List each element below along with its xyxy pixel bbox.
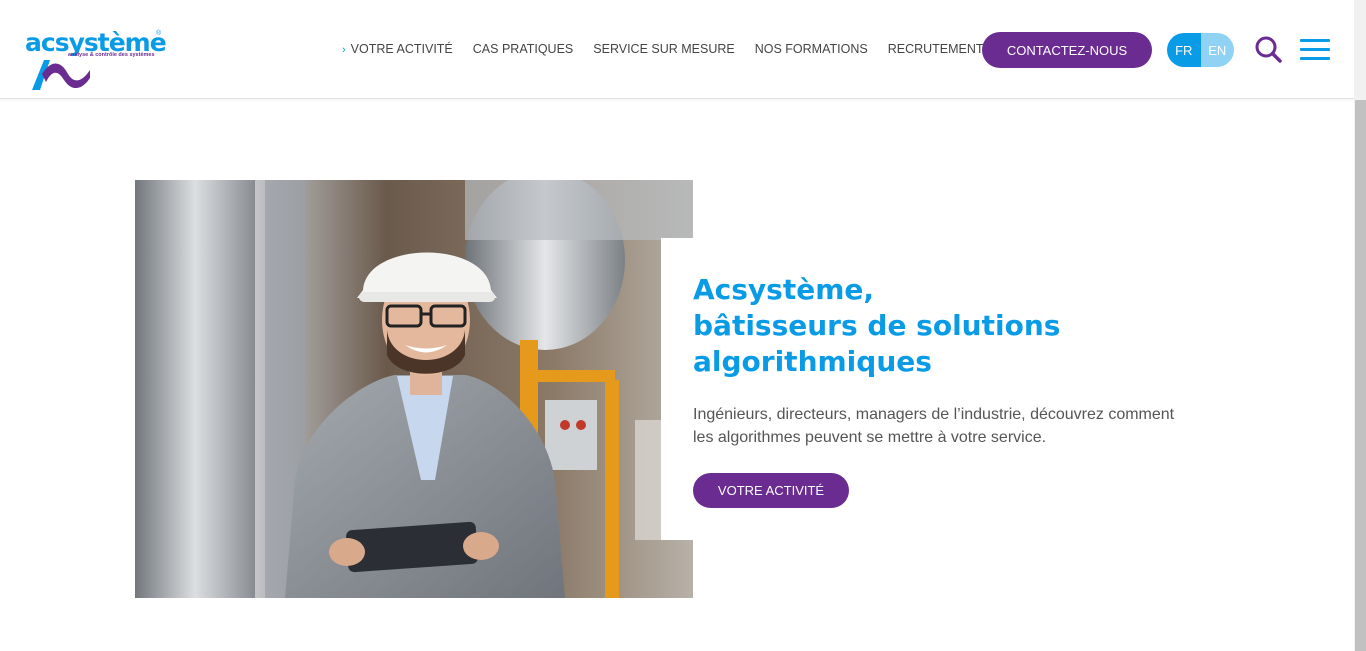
logo-mark-icon <box>32 60 90 90</box>
nav-item-label: SERVICE SUR MESURE <box>593 42 735 56</box>
hero-description-line: les algorithmes peuvent se mettre à votr… <box>693 429 1047 446</box>
hero-description-line: Ingénieurs, directeurs, managers de l’in… <box>693 406 1175 423</box>
hero-photo <box>135 180 693 598</box>
nav-item-label: RECRUTEMENT <box>887 42 984 56</box>
language-fr[interactable]: FR <box>1167 33 1201 67</box>
main-nav: › VOTRE ACTIVITÉ CAS PRATIQUES SERVICE SU… <box>342 42 1004 57</box>
nav-item-votre-activite[interactable]: › VOTRE ACTIVITÉ <box>342 42 453 57</box>
page-scrollbar-thumb[interactable] <box>1355 100 1366 651</box>
hero-title: Acsystème, bâtisseurs de solutions algor… <box>693 272 1173 380</box>
nav-item-label: CAS PRATIQUES <box>472 42 574 56</box>
logo-registered-mark: ® <box>156 30 162 37</box>
contact-button[interactable]: CONTACTEZ-NOUS <box>982 32 1152 68</box>
menu-bar <box>1300 39 1330 42</box>
hero-image-engineer <box>135 180 693 598</box>
hero-title-line: bâtisseurs de solutions <box>693 309 1061 342</box>
nav-item-cas-pratiques[interactable]: CAS PRATIQUES <box>473 42 573 57</box>
menu-bar <box>1300 57 1330 60</box>
votre-activite-button[interactable]: VOTRE ACTIVITÉ <box>693 473 849 508</box>
language-switcher: FR EN <box>1167 33 1234 67</box>
acsysteme-logo[interactable]: acsystème ® analyse & contrôle des systè… <box>24 28 167 92</box>
nav-item-nos-formations[interactable]: NOS FORMATIONS <box>755 42 868 57</box>
nav-item-recrutement[interactable]: RECRUTEMENT <box>888 42 984 57</box>
search-icon[interactable] <box>1254 35 1282 63</box>
nav-item-label: NOS FORMATIONS <box>754 42 868 56</box>
nav-item-label: VOTRE ACTIVITÉ <box>350 42 453 56</box>
language-en[interactable]: EN <box>1200 33 1234 67</box>
hamburger-menu-icon[interactable] <box>1300 39 1330 61</box>
menu-bar <box>1300 48 1330 51</box>
hero-description: Ingénieurs, directeurs, managers de l’in… <box>693 403 1193 449</box>
site-header: acsystème ® analyse & contrôle des systè… <box>0 0 1354 99</box>
chevron-right-icon: › <box>342 44 346 56</box>
hero-title-line: Acsystème, <box>693 273 875 306</box>
nav-item-service-sur-mesure[interactable]: SERVICE SUR MESURE <box>593 42 734 57</box>
logo-tagline: analyse & contrôle des systèmes <box>68 52 155 58</box>
hero-title-line: algorithmiques <box>693 345 932 378</box>
